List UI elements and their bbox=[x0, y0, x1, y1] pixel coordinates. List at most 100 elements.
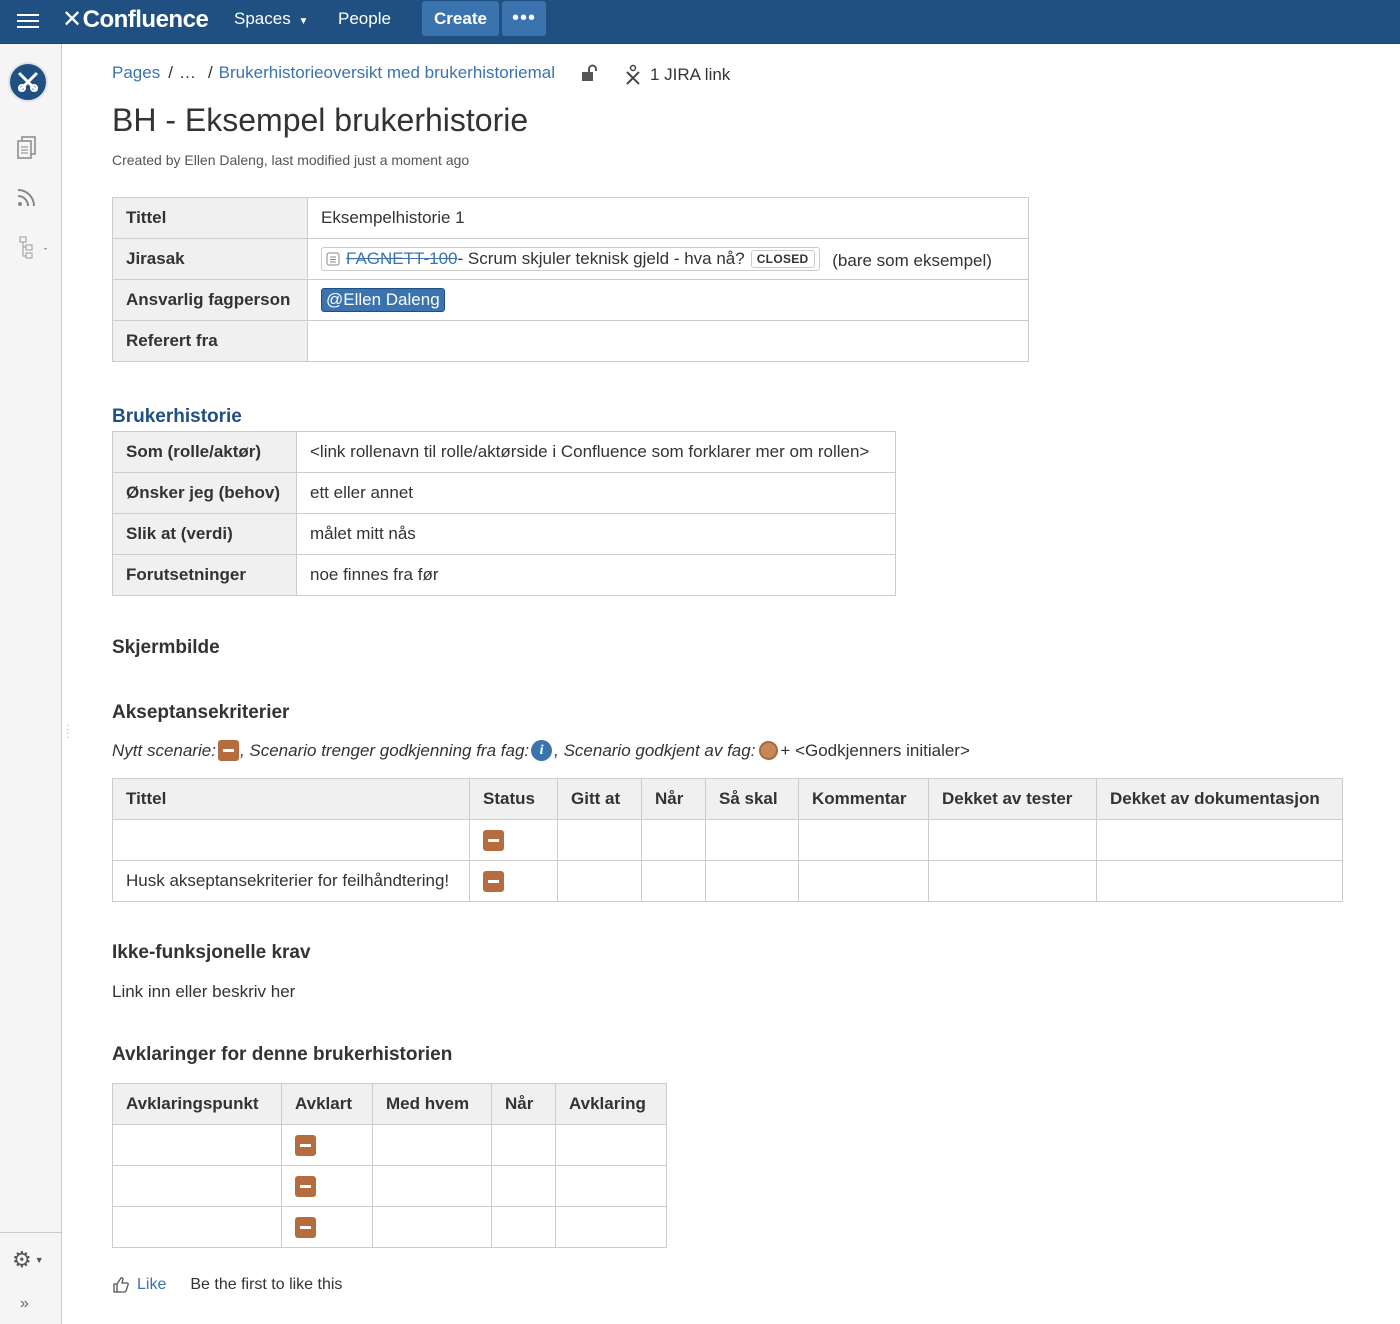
table-cell bbox=[491, 1124, 556, 1166]
column-header: Gitt at bbox=[557, 778, 642, 820]
table-cell bbox=[372, 1124, 492, 1166]
table-cell bbox=[112, 819, 470, 861]
menu-icon[interactable] bbox=[17, 10, 39, 32]
table-cell bbox=[372, 1165, 492, 1207]
column-header: Kommentar bbox=[798, 778, 929, 820]
column-header: Når bbox=[491, 1083, 556, 1125]
breadcrumb-parent[interactable]: Brukerhistorieoversikt med brukerhistori… bbox=[219, 63, 555, 83]
table-cell bbox=[557, 819, 642, 861]
minus-status-icon bbox=[483, 829, 504, 851]
table-row: Ønsker jeg (behov) ett eller annet bbox=[112, 472, 896, 514]
table-cell bbox=[1096, 860, 1343, 902]
column-header: Så skal bbox=[705, 778, 799, 820]
clarifications-table: Avklaringspunkt Avklart Med hvem Når Avk… bbox=[112, 1083, 667, 1248]
jira-icon bbox=[626, 64, 640, 85]
acceptance-criteria-table: Tittel Status Gitt at Når Så skal Kommen… bbox=[112, 778, 1343, 902]
row-header: Jirasak bbox=[112, 238, 308, 280]
table-cell bbox=[491, 1165, 556, 1207]
space-logo[interactable] bbox=[8, 62, 48, 102]
column-header: Avklaring bbox=[555, 1083, 667, 1125]
table-cell bbox=[555, 1165, 667, 1207]
table-cell bbox=[928, 819, 1097, 861]
table-cell bbox=[798, 860, 929, 902]
user-mention[interactable]: @Ellen Daleng bbox=[321, 288, 445, 312]
feed-icon[interactable] bbox=[16, 186, 38, 213]
expand-sidebar-icon[interactable]: » bbox=[20, 1295, 29, 1313]
space-settings-button[interactable]: ⚙ ▼ bbox=[12, 1247, 44, 1273]
table-cell bbox=[491, 1206, 556, 1248]
jira-issue-type-icon bbox=[326, 252, 340, 266]
create-button[interactable]: Create bbox=[422, 1, 499, 36]
confluence-logo[interactable]: ✕ Confluence bbox=[62, 5, 209, 34]
referenced-from-value bbox=[307, 320, 1029, 362]
space-sidebar: · · · · ⚙ ▼ » bbox=[0, 44, 69, 1324]
pages-icon[interactable] bbox=[16, 136, 38, 165]
approved-status-icon bbox=[759, 741, 779, 760]
spaces-label: Spaces bbox=[234, 9, 291, 28]
table-cell bbox=[112, 1124, 282, 1166]
spaces-menu[interactable]: Spaces ▼ bbox=[234, 9, 308, 29]
row-header: Ønsker jeg (behov) bbox=[112, 472, 297, 514]
minus-status-icon bbox=[295, 1216, 316, 1238]
table-row bbox=[112, 819, 1343, 861]
row-value: <link rollenavn til rolle/aktørside i Co… bbox=[296, 431, 896, 473]
column-header: Når bbox=[641, 778, 706, 820]
table-header-row: Avklaringspunkt Avklart Med hvem Når Avk… bbox=[112, 1083, 667, 1125]
jira-issue-macro[interactable]: FAGNETT-100 - Scrum skjuler teknisk gjel… bbox=[321, 247, 820, 271]
table-cell bbox=[641, 819, 706, 861]
unlock-icon[interactable] bbox=[580, 64, 598, 87]
column-header: Tittel bbox=[112, 778, 470, 820]
table-row: Forutsetninger noe finnes fra før bbox=[112, 554, 896, 596]
legend-text: , Scenario trenger godkjenning fra fag: bbox=[239, 740, 530, 760]
page-title: BH - Eksempel brukerhistorie bbox=[112, 102, 529, 138]
legend-text: , Scenario godkjent av fag: bbox=[554, 740, 756, 760]
column-header: Dekket av tester bbox=[928, 778, 1097, 820]
status-legend: Nytt scenarie: , Scenario trenger godkje… bbox=[112, 740, 970, 761]
row-header: Referert fra bbox=[112, 320, 308, 362]
jira-issue-summary: - Scrum skjuler teknisk gjeld - hva nå? bbox=[457, 249, 745, 268]
breadcrumb-separator: / bbox=[207, 63, 213, 82]
jira-links-button[interactable]: 1 JIRA link bbox=[624, 64, 730, 86]
breadcrumb-pages[interactable]: Pages bbox=[112, 63, 160, 83]
section-heading-skjermbilde: Skjermbilde bbox=[112, 637, 220, 658]
column-header: Dekket av dokumentasjon bbox=[1096, 778, 1343, 820]
table-row bbox=[112, 1124, 667, 1166]
table-cell bbox=[705, 819, 799, 861]
page-tree-icon[interactable] bbox=[16, 236, 48, 265]
sidebar-resize-handle[interactable]: · · · · bbox=[66, 721, 69, 743]
table-header-row: Tittel Status Gitt at Når Så skal Kommen… bbox=[112, 778, 1343, 820]
table-row: Jirasak FAGNETT-100 - Scrum skjuler tekn… bbox=[112, 238, 1029, 280]
column-header: Avklart bbox=[281, 1083, 373, 1125]
sidebar-footer: ⚙ ▼ » bbox=[0, 1232, 61, 1312]
section-heading-akseptansekriterier: Akseptansekriterier bbox=[112, 702, 290, 723]
page-properties-table: Tittel Eksempelhistorie 1 Jirasak FAGNET… bbox=[112, 197, 1029, 362]
section-heading-avklaringer: Avklaringer for denne brukerhistorien bbox=[112, 1044, 453, 1065]
breadcrumb-ellipsis[interactable]: … bbox=[179, 63, 196, 83]
table-cell bbox=[372, 1206, 492, 1248]
table-cell bbox=[281, 1124, 373, 1166]
table-cell bbox=[705, 860, 799, 902]
row-header: Forutsetninger bbox=[112, 554, 297, 596]
chevron-down-icon: ▼ bbox=[298, 16, 309, 27]
table-row bbox=[112, 1206, 667, 1248]
like-button[interactable]: Like bbox=[112, 1276, 166, 1294]
table-cell bbox=[112, 1206, 282, 1248]
jira-issue-key[interactable]: FAGNETT-100 bbox=[346, 249, 457, 269]
more-button[interactable]: ••• bbox=[502, 1, 546, 36]
table-cell bbox=[281, 1165, 373, 1207]
people-link[interactable]: People bbox=[338, 9, 391, 29]
table-row: Referert fra bbox=[112, 320, 1029, 362]
jira-note: (bare som eksempel) bbox=[832, 251, 992, 270]
minus-status-icon bbox=[295, 1175, 316, 1197]
thumbs-up-icon bbox=[113, 1277, 129, 1293]
column-header: Med hvem bbox=[372, 1083, 492, 1125]
breadcrumb-separator: / bbox=[168, 63, 173, 82]
section-heading-ikke-funksjonelle-krav: Ikke-funksjonelle krav bbox=[112, 942, 311, 963]
non-functional-text: Link inn eller beskriv her bbox=[112, 982, 296, 1001]
table-row bbox=[112, 1165, 667, 1207]
row-header: Tittel bbox=[112, 197, 308, 239]
chevron-down-icon: ▼ bbox=[34, 1255, 44, 1265]
breadcrumb: Pages / … / Brukerhistorieoversikt med b… bbox=[112, 63, 555, 83]
row-value: målet mitt nås bbox=[296, 513, 896, 555]
minus-status-icon bbox=[483, 870, 504, 892]
